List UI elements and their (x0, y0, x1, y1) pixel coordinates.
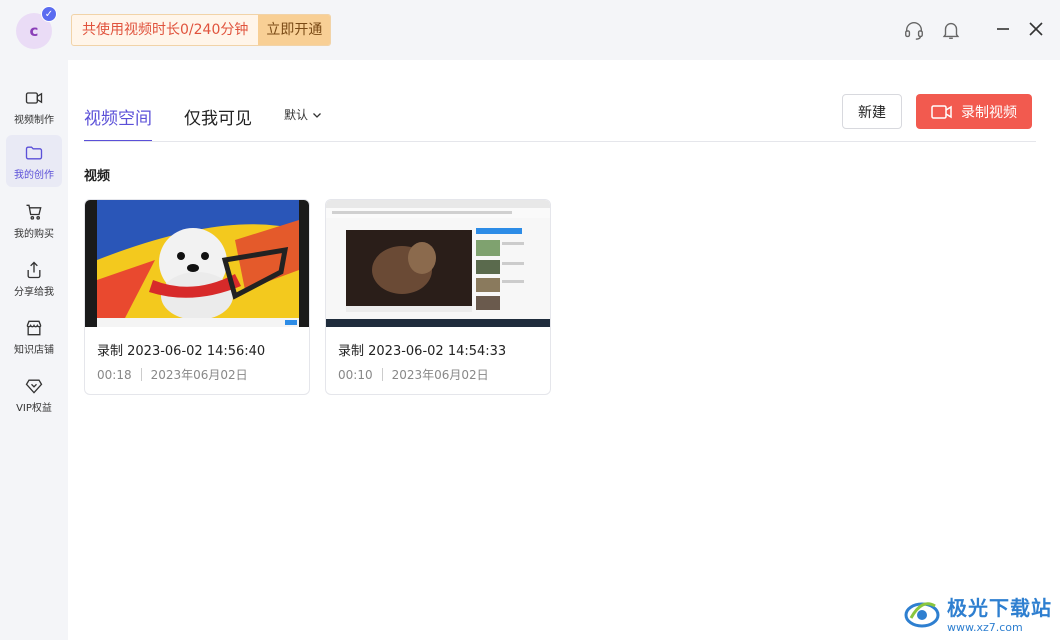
sidebar-item-label: 我的创作 (14, 170, 54, 181)
tab-divider (84, 141, 1036, 142)
site-watermark: 极光下载站 www.xz7.com (903, 592, 1052, 634)
usage-banner: 共使用视频时长0/240分钟 立即开通 (71, 14, 332, 46)
video-date: 2023年06月02日 (150, 368, 248, 382)
sort-label: 默认 (284, 108, 309, 122)
thumbnail-image (326, 200, 550, 327)
new-button[interactable]: 新建 (842, 94, 902, 129)
video-date: 2023年06月02日 (391, 368, 489, 382)
title-bar: c ✓ 共使用视频时长0/240分钟 立即开通 (0, 0, 1060, 60)
video-duration: 00:10 (338, 367, 373, 382)
sidebar-item-video-make[interactable]: 视频制作 (6, 80, 62, 132)
watermark-url: www.xz7.com (947, 621, 1023, 634)
section-title: 视频 (84, 169, 111, 184)
tab-video-space[interactable]: 视频空间 (84, 96, 152, 142)
usage-text: 共使用视频时长0/240分钟 (82, 22, 249, 38)
record-label: 录制视频 (961, 104, 1017, 121)
chevron-down-icon (313, 112, 321, 118)
video-meta: 00:18 2023年06月02日 (97, 366, 248, 383)
sidebar-item-purchases[interactable]: 我的购买 (6, 194, 62, 246)
diamond-icon (25, 379, 43, 394)
tab-private[interactable]: 仅我可见 (184, 96, 252, 142)
minimize-icon[interactable] (992, 18, 1014, 40)
sidebar-item-store[interactable]: 知识店铺 (6, 310, 62, 362)
store-icon (26, 320, 42, 336)
video-camera-icon (25, 92, 43, 104)
video-meta: 00:10 2023年06月02日 (338, 366, 489, 383)
verified-badge-icon: ✓ (41, 6, 57, 22)
video-card[interactable]: 录制 2023-06-02 14:56:40 00:18 2023年06月02日 (84, 199, 310, 395)
main-panel: 视频空间 仅我可见 默认 新建 录制视频 视频 录制 2023-06-02 14… (68, 60, 1060, 640)
folder-icon (25, 146, 43, 160)
cart-icon (26, 204, 42, 220)
sidebar-item-label: VIP权益 (16, 403, 52, 414)
upgrade-button[interactable]: 立即开通 (258, 15, 331, 45)
sidebar-item-label: 我的购买 (14, 229, 54, 240)
share-icon (27, 261, 41, 279)
sort-dropdown[interactable]: 默认 (284, 96, 322, 123)
sidebar-item-label: 知识店铺 (14, 345, 54, 356)
thumbnail-image (85, 200, 309, 327)
sidebar-item-vip[interactable]: VIP权益 (6, 368, 62, 420)
watermark-title: 极光下载站 (947, 596, 1052, 620)
video-thumbnail[interactable] (85, 200, 309, 327)
meta-divider (140, 368, 142, 381)
meta-divider (381, 368, 383, 381)
sidebar-item-label: 分享给我 (14, 287, 54, 298)
headset-icon[interactable] (903, 19, 925, 41)
video-card[interactable]: 录制 2023-06-02 14:54:33 00:10 2023年06月02日 (325, 199, 551, 395)
bell-icon[interactable] (940, 19, 962, 41)
sidebar-item-label: 视频制作 (14, 115, 54, 126)
video-thumbnail[interactable] (326, 200, 550, 327)
sidebar-item-my-creations[interactable]: 我的创作 (6, 135, 62, 187)
record-camera-icon (931, 104, 952, 119)
video-duration: 00:18 (97, 367, 132, 382)
tab-bar: 视频空间 仅我可见 默认 (84, 96, 322, 142)
sidebar: 视频制作 我的创作 我的购买 分享给我 知识店铺 VIP权益 (0, 60, 68, 640)
close-icon[interactable] (1025, 18, 1047, 40)
avatar-letter: c (29, 22, 39, 40)
record-video-button[interactable]: 录制视频 (916, 94, 1032, 129)
video-title: 录制 2023-06-02 14:56:40 (97, 344, 266, 359)
sidebar-item-shared[interactable]: 分享给我 (6, 252, 62, 304)
video-title: 录制 2023-06-02 14:54:33 (338, 344, 507, 359)
aurora-logo-icon (904, 602, 940, 628)
